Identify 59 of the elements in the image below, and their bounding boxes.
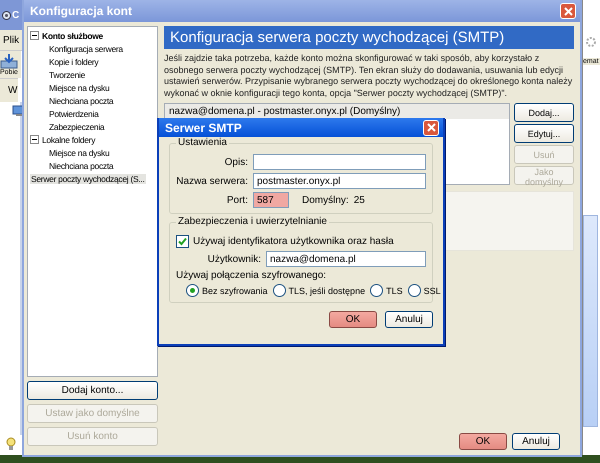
radio-button[interactable]: [186, 284, 199, 297]
window-title: Konfiguracja kont: [30, 4, 132, 18]
input-field[interactable]: postmaster.onyx.pl: [253, 173, 426, 189]
radio-button[interactable]: [370, 284, 384, 297]
field-label: Użytkownik:: [206, 254, 261, 264]
field-label: Nazwa serwera:: [176, 176, 248, 186]
default-port-label: Domyślny:: [302, 194, 349, 206]
checkmark-icon: [178, 237, 187, 246]
dialog-button[interactable]: Anuluj: [512, 433, 560, 450]
dialog-button[interactable]: OK: [459, 433, 507, 450]
window-title: Serwer SMTP: [165, 120, 242, 134]
description-text: Jeśli zajdzie taka potrzeba, każde konto można skonfigurować w taki sposób, aby korzystało z osobnego serwera poczty wychodzącej (SMTP). Ten ekran służy do dodawania, usuwania lub edycji ustawień serwerów. Przypisanie wybranego serwera poczty wychodzącej do określonego konta należy wykonać w oknie konfiguracji tego konta, opcja "Serwer poczty wychodzącej (SMTP)".: [164, 53, 574, 99]
tree-item[interactable]: Miejsce na dysku: [48, 82, 110, 92]
radio-label: TLS, jeśli dostępne: [288, 286, 366, 296]
close-icon: [426, 123, 436, 132]
scrollbar[interactable]: [583, 215, 598, 427]
tree-item[interactable]: Zabezpieczenia: [48, 122, 106, 132]
checkbox[interactable]: [176, 235, 189, 248]
tree-item[interactable]: Tworzenie: [48, 70, 86, 80]
tree-item[interactable]: Serwer poczty wychodzącej (S...: [30, 174, 146, 184]
group-label: Ustawienia: [176, 137, 229, 148]
checkbox-label: Używaj identyfikatora użytkownika oraz hasła: [193, 236, 394, 247]
tree-item[interactable]: Niechciana poczta: [48, 160, 114, 170]
account-button[interactable]: Dodaj konto...: [27, 381, 158, 400]
download-icon: [0, 53, 18, 69]
tree-item[interactable]: Potwierdzenia: [48, 108, 100, 118]
input-field[interactable]: nazwa@domena.pl: [266, 251, 426, 267]
field-label: Używaj połączenia szyfrowanego:: [176, 270, 328, 281]
server-item[interactable]: nazwa@domena.pl - postmaster.onyx.pl (Domyślny): [165, 104, 509, 119]
gear-icon: [585, 36, 597, 48]
radio-button[interactable]: [408, 284, 421, 297]
field-label: Port:: [226, 194, 248, 206]
close-button[interactable]: [423, 120, 439, 136]
server-button[interactable]: Edytuj...: [514, 124, 574, 143]
section-header: Konfiguracja serwera poczty wychodzącej (SMTP): [164, 26, 574, 49]
radio-label: Bez szyfrowania: [202, 286, 268, 296]
tree-item[interactable]: Kopie i foldery: [48, 56, 100, 66]
tree-item[interactable]: Miejsce na dysku: [48, 148, 110, 158]
port-field[interactable]: 587: [253, 192, 289, 208]
tree-item[interactable]: Niechciana poczta: [48, 96, 114, 106]
radio-button[interactable]: [272, 284, 286, 297]
window-title: C: [12, 10, 20, 20]
input-field[interactable]: [253, 154, 426, 170]
server-button[interactable]: Dodaj...: [514, 103, 574, 122]
lightbulb-icon: [6, 437, 16, 451]
field-label: Opis:: [224, 156, 248, 168]
dialog-button[interactable]: Anuluj: [385, 311, 433, 328]
computer-icon: [10, 105, 22, 117]
tree-item[interactable]: Konfiguracja serwera: [48, 44, 124, 54]
default-port-value: 25: [354, 194, 365, 206]
dialog-button[interactable]: OK: [329, 311, 377, 328]
group-label: Zabezpieczenia i uwierzytelnianie: [176, 216, 329, 227]
radio-label: SSL: [424, 286, 441, 296]
tree-item[interactable]: Lokalne foldery: [41, 134, 96, 144]
app-icon: [2, 10, 11, 20]
tree-item[interactable]: Konto służbowe: [41, 30, 104, 40]
close-icon: [564, 6, 572, 16]
tab[interactable]: W: [0, 78, 18, 102]
radio-label: TLS: [386, 286, 403, 296]
